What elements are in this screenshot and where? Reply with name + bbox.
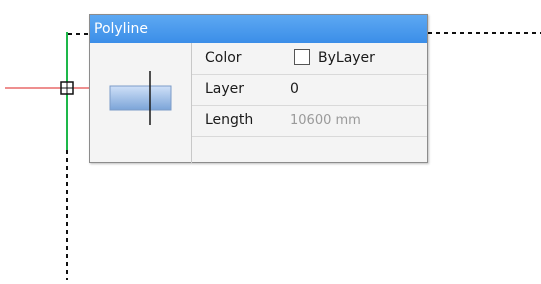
- property-value: ByLayer: [318, 50, 375, 66]
- property-row-color[interactable]: Color ByLayer: [192, 43, 427, 75]
- properties-table: Color ByLayer Layer 0 Length 10600 mm: [191, 43, 427, 163]
- tooltip-title: Polyline: [90, 15, 427, 43]
- polyline-thumbnail-icon: [90, 43, 191, 163]
- property-name: Length: [205, 112, 254, 128]
- property-value: 0: [290, 81, 299, 97]
- polyline-quick-properties-tooltip: Polyline Color ByLayer Layer 0 Length 10…: [89, 14, 428, 163]
- grip-handle-icon[interactable]: [60, 81, 74, 95]
- property-row-length[interactable]: Length 10600 mm: [192, 105, 427, 137]
- color-swatch: [294, 49, 310, 65]
- property-name: Color: [205, 50, 242, 66]
- property-value: 10600 mm: [290, 113, 361, 128]
- property-row-layer[interactable]: Layer 0: [192, 74, 427, 106]
- property-name: Layer: [205, 81, 245, 97]
